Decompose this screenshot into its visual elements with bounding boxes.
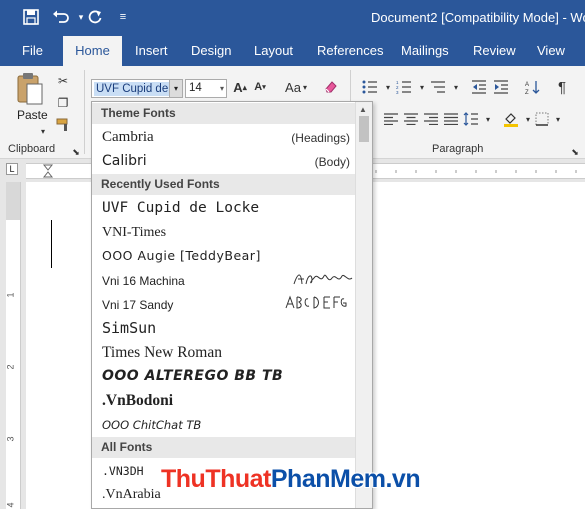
tab-insert[interactable]: Insert [125, 36, 178, 66]
font-name-dropdown-icon[interactable]: ▾ [169, 80, 182, 97]
change-case-button[interactable]: Aa ▾ [281, 78, 311, 96]
sort-icon[interactable]: AZ [524, 78, 542, 96]
watermark-part: Thu [161, 465, 206, 493]
font-size-value[interactable]: 14 [189, 82, 202, 94]
increase-indent-icon[interactable] [492, 78, 510, 96]
save-icon[interactable] [20, 6, 42, 28]
tab-view[interactable]: View [527, 36, 575, 66]
dropdown-scrollbar[interactable]: ▲ [355, 102, 372, 508]
numbering-icon[interactable]: 123 [395, 78, 413, 96]
font-item-calibri[interactable]: Calibri [102, 153, 147, 169]
align-right-icon[interactable] [422, 110, 440, 128]
font-item-vni-16-machina[interactable]: Vni 16 Machina [102, 274, 185, 288]
font-item-tag: (Headings) [291, 131, 350, 145]
divider [84, 70, 85, 154]
text-cursor [51, 220, 52, 268]
ribbon-tabs: File Home Insert Design Layout Reference… [0, 36, 585, 66]
paste-label[interactable]: Paste [17, 108, 48, 122]
undo-icon[interactable] [50, 6, 72, 28]
paste-dropdown-icon[interactable]: ▾ [34, 122, 52, 140]
scroll-up-icon[interactable]: ▲ [359, 105, 367, 114]
document-title: Document2 [Compatibility Mode] - Wo [371, 10, 585, 25]
font-name-value[interactable]: UVF Cupid de [94, 82, 172, 96]
redo-icon[interactable] [84, 6, 106, 28]
show-formatting-icon[interactable]: ¶ [553, 78, 571, 96]
cut-icon[interactable]: ✂ [54, 72, 72, 90]
all-fonts-header: All Fonts [92, 437, 357, 458]
font-sample-script [285, 295, 347, 309]
font-size-dropdown-icon[interactable]: ▾ [220, 80, 224, 97]
tab-design[interactable]: Design [181, 36, 241, 66]
font-item-vni-17-sandy[interactable]: Vni 17 Sandy [102, 298, 173, 312]
font-name-combobox[interactable]: UVF Cupid de ▾ [91, 79, 183, 98]
font-item-alterego[interactable]: OOO ALTEREGO BB TB [102, 368, 283, 384]
justify-icon[interactable] [442, 110, 460, 128]
paste-icon[interactable] [16, 72, 44, 108]
tab-selector[interactable]: L [6, 163, 18, 175]
decrease-indent-icon[interactable] [470, 78, 488, 96]
font-item-vn3dh[interactable]: .VN3DH [102, 464, 144, 478]
theme-fonts-header: Theme Fonts [92, 103, 357, 124]
grow-font-icon[interactable]: A ▴ [231, 78, 249, 96]
font-item-label: Cambria [102, 129, 154, 145]
font-size-combobox[interactable]: 14 ▾ [185, 79, 227, 98]
font-item-label: Vni 16 Machina [102, 274, 185, 288]
clear-formatting-icon[interactable] [322, 78, 340, 96]
svg-text:Z: Z [525, 90, 529, 95]
vertical-ruler: 1 2 3 4 [6, 182, 21, 509]
paragraph-group-label: Paragraph [432, 143, 484, 155]
font-item-vni-times[interactable]: VNI-Times [102, 225, 166, 241]
font-item-times-new-roman[interactable]: Times New Roman [102, 344, 222, 362]
tab-home[interactable]: Home [63, 36, 122, 66]
multilevel-list-icon[interactable] [429, 78, 447, 96]
line-spacing-dropdown-icon[interactable]: ▾ [479, 110, 497, 128]
tab-review[interactable]: Review [463, 36, 526, 66]
tab-file[interactable]: File [12, 36, 53, 66]
clipboard-launcher-icon[interactable]: ⬊ [67, 143, 85, 161]
svg-text:A: A [525, 82, 529, 88]
line-spacing-icon[interactable] [462, 110, 480, 128]
font-item-label: Vni 17 Sandy [102, 298, 174, 312]
font-item-cambria[interactable]: Cambria [102, 129, 154, 146]
font-item-simsun[interactable]: SimSun [102, 319, 156, 337]
font-item-augie[interactable]: OOO Augie [TeddyBear] [102, 248, 261, 263]
borders-dropdown-icon[interactable]: ▾ [549, 110, 567, 128]
ruler-margin [6, 182, 20, 220]
clipboard-group-label: Clipboard [8, 143, 56, 155]
paragraph-launcher-icon[interactable]: ⬊ [566, 143, 584, 161]
copy-icon[interactable]: ❐ [54, 94, 72, 112]
watermark-part: Thuat [205, 465, 271, 493]
font-item-vnbodoni[interactable]: .VnBodoni [102, 392, 173, 410]
align-center-icon[interactable] [402, 110, 420, 128]
watermark-logo: ThuThuatPhanMem.vn [161, 465, 421, 494]
shading-icon[interactable] [502, 110, 520, 128]
font-item-uvf-cupid[interactable]: UVF Cupid de Locke [102, 200, 259, 216]
align-left-icon[interactable] [382, 110, 400, 128]
change-case-label: Aa [285, 79, 301, 95]
tab-references[interactable]: References [307, 36, 393, 66]
watermark-part: PhanMem [270, 465, 386, 493]
font-item-tag: (Body) [314, 155, 350, 169]
customize-qat-icon[interactable]: ≡ [112, 6, 134, 28]
watermark-part: .vn [385, 465, 421, 493]
font-item-chitchat[interactable]: OOO ChitChat TB [102, 418, 201, 432]
font-sample-script [293, 274, 353, 285]
svg-text:3: 3 [396, 90, 399, 94]
multilevel-dropdown-icon[interactable]: ▾ [447, 78, 465, 96]
font-dropdown: Theme Fonts Cambria (Headings) Calibri (… [91, 101, 373, 509]
font-item-label: Calibri [102, 153, 147, 169]
font-item-vnarabia[interactable]: .VnArabia [102, 487, 161, 503]
bullets-icon[interactable] [361, 78, 379, 96]
scroll-thumb[interactable] [359, 116, 369, 142]
title-bar: ▾ ≡ Document2 [Compatibility Mode] - Wo [0, 0, 585, 36]
tab-mailings[interactable]: Mailings [391, 36, 459, 66]
recent-fonts-header: Recently Used Fonts [92, 174, 357, 195]
format-painter-icon[interactable] [54, 116, 72, 134]
tab-layout[interactable]: Layout [244, 36, 303, 66]
shrink-font-icon[interactable]: A ▾ [251, 78, 269, 96]
